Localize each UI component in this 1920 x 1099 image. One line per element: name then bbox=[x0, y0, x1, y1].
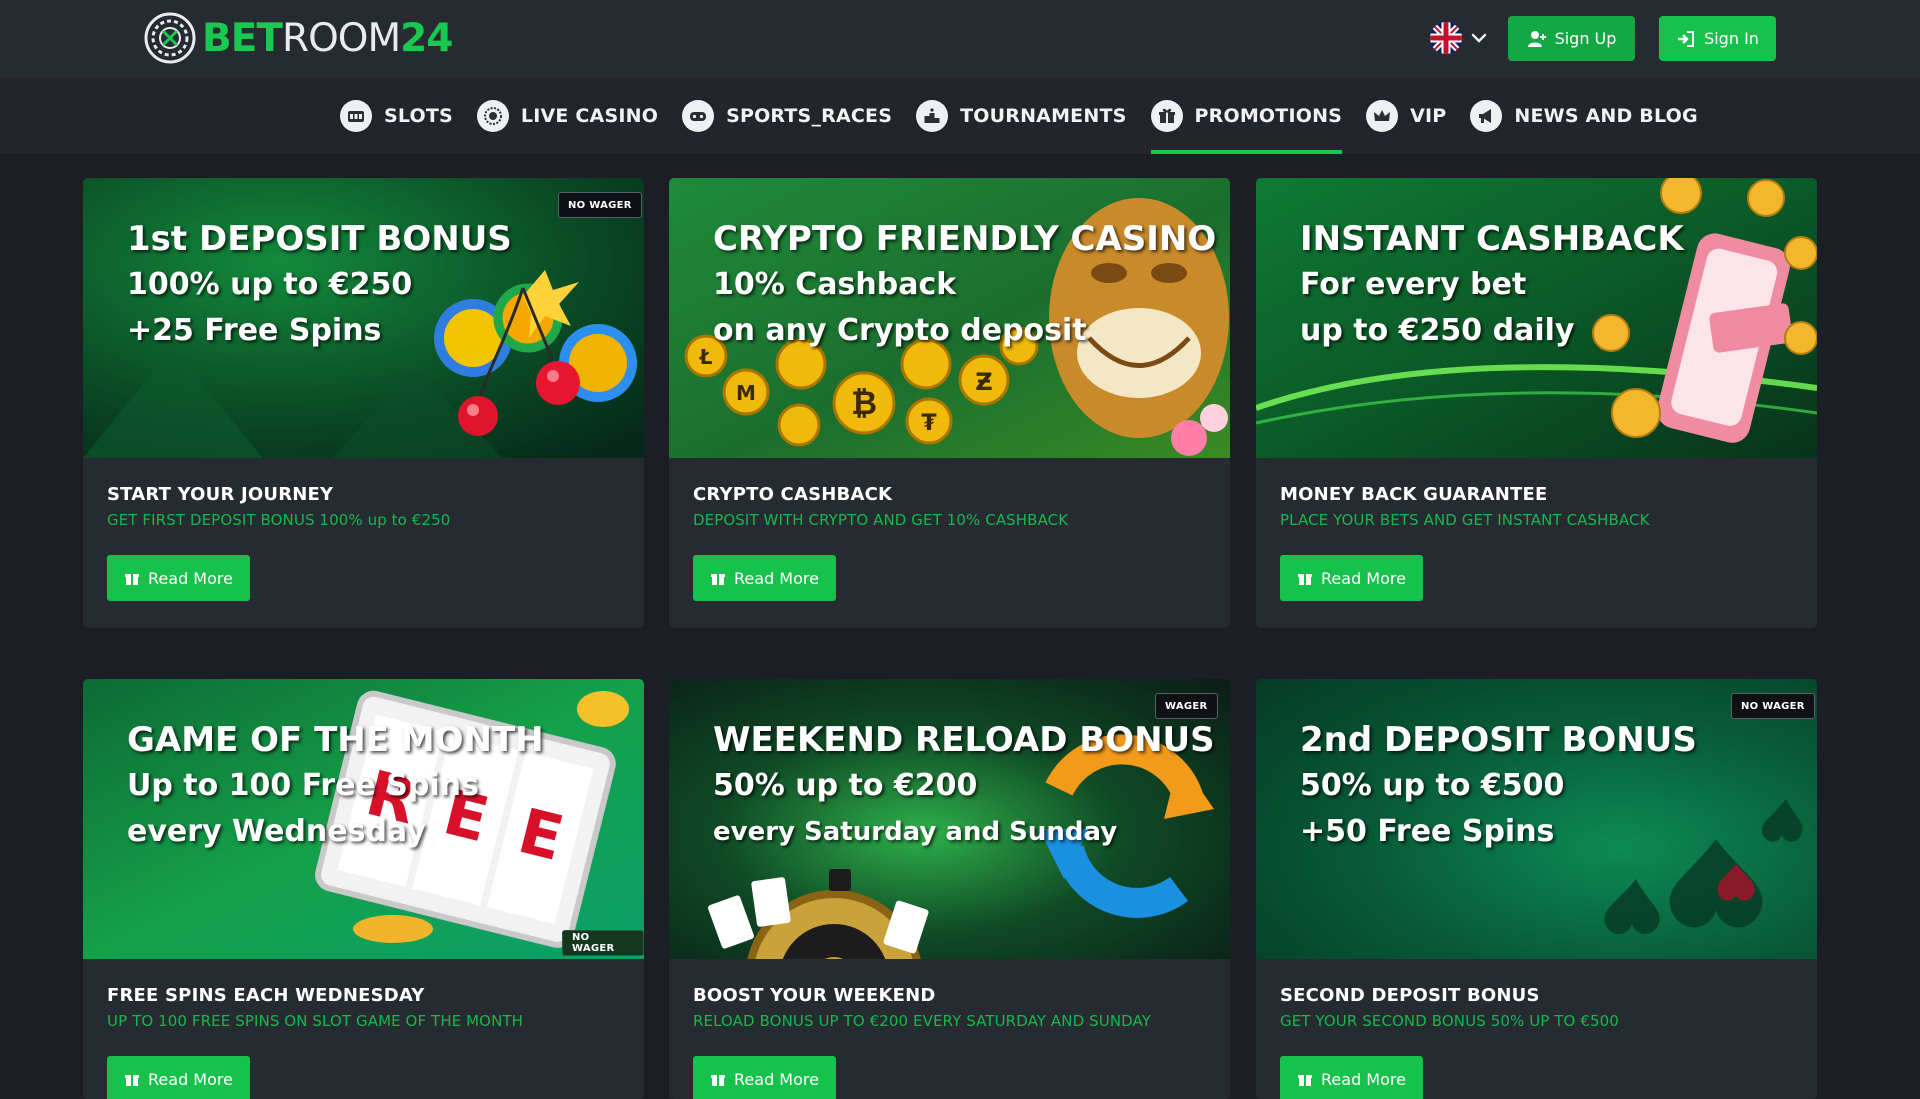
banner-headline: WEEKEND RELOAD BONUS 50% up to €200 ever… bbox=[713, 720, 1215, 847]
card-title: MONEY BACK GUARANTEE bbox=[1280, 484, 1548, 505]
card-subtitle: GET FIRST DEPOSIT BONUS 100% up to €250 bbox=[107, 511, 451, 529]
user-plus-icon bbox=[1527, 30, 1546, 47]
card-title: FREE SPINS EACH WEDNESDAY bbox=[107, 985, 425, 1006]
promo-banner[interactable]: NO WAGER 2nd DEPOSIT BONUS 50% up to €50… bbox=[1256, 679, 1817, 959]
banner-headline: GAME OF THE MONTH Up to 100 Free Spins e… bbox=[127, 720, 544, 849]
nav-label: PROMOTIONS bbox=[1194, 105, 1343, 127]
gift-icon bbox=[1298, 1075, 1313, 1086]
roulette-icon bbox=[476, 100, 509, 132]
svg-text:M: M bbox=[736, 381, 756, 405]
promo-card-first-deposit: NO WAGER 1st DEPOSIT BONUS 100% up to €2… bbox=[83, 178, 644, 628]
promo-banner[interactable]: NO WAGER 1st DEPOSIT BONUS 100% up to €2… bbox=[83, 178, 644, 458]
banner-headline: INSTANT CASHBACK For every bet up to €25… bbox=[1300, 219, 1684, 348]
promo-card-crypto-cashback: ₿ Ł Ƶ ₮ M CRYPTO FRIENDLY CASINO 10% Cas… bbox=[669, 178, 1230, 628]
read-more-button[interactable]: Read More bbox=[107, 555, 250, 601]
sign-up-button[interactable]: Sign Up bbox=[1508, 16, 1635, 61]
sign-in-label: Sign In bbox=[1704, 29, 1759, 48]
nav-label: VIP bbox=[1410, 105, 1447, 127]
promo-card-instant-cashback: INSTANT CASHBACK For every bet up to €25… bbox=[1256, 178, 1817, 628]
banner-headline: 2nd DEPOSIT BONUS 50% up to €500 +50 Fre… bbox=[1300, 720, 1697, 849]
promo-card-game-of-the-month: R E E NO WAGER GAME OF THE MONTH Up to 1… bbox=[83, 679, 644, 1099]
megaphone-icon bbox=[1470, 100, 1503, 132]
nav-label: TOURNAMENTS bbox=[960, 105, 1127, 127]
card-title: CRYPTO CASHBACK bbox=[693, 484, 893, 505]
svg-text:Ƶ: Ƶ bbox=[975, 368, 992, 396]
wager-badge: WAGER bbox=[1155, 693, 1218, 719]
nav-item-live-casino[interactable]: LIVE CASINO bbox=[476, 78, 659, 154]
card-subtitle: PLACE YOUR BETS AND GET INSTANT CASHBACK bbox=[1280, 511, 1650, 529]
sign-in-button[interactable]: Sign In bbox=[1659, 16, 1776, 61]
crown-icon bbox=[1366, 100, 1399, 132]
logo-wordmark: BETROOM24 bbox=[202, 15, 453, 61]
card-title: SECOND DEPOSIT BONUS bbox=[1280, 985, 1540, 1006]
nav-label: SLOTS bbox=[384, 105, 453, 127]
promo-banner[interactable]: R E E NO WAGER GAME OF THE MONTH Up to 1… bbox=[83, 679, 644, 959]
no-wager-badge: NO WAGER bbox=[558, 192, 642, 218]
card-title: BOOST YOUR WEEKEND bbox=[693, 985, 936, 1006]
read-more-button[interactable]: Read More bbox=[693, 1056, 836, 1099]
nav-item-slots[interactable]: SLOTS bbox=[340, 78, 453, 154]
promo-banner[interactable]: ₿ Ł Ƶ ₮ M CRYPTO FRIENDLY CASINO 10% Cas… bbox=[669, 178, 1230, 458]
promo-banner[interactable]: WAGER WEEKEND RELOAD BONUS 50% up to €20… bbox=[669, 679, 1230, 959]
nav-label: LIVE CASINO bbox=[520, 105, 659, 127]
main-navigation: SLOTS LIVE CASINO SPORTS_RACES TOURNAMEN… bbox=[0, 78, 1920, 154]
card-title: START YOUR JOURNEY bbox=[107, 484, 334, 505]
gift-icon bbox=[125, 574, 140, 585]
read-more-button[interactable]: Read More bbox=[1280, 555, 1423, 601]
nav-item-news-and-blog[interactable]: NEWS AND BLOG bbox=[1470, 78, 1698, 154]
svg-text:₮: ₮ bbox=[921, 411, 937, 436]
banner-headline: 1st DEPOSIT BONUS 100% up to €250 +25 Fr… bbox=[127, 219, 512, 348]
language-selector[interactable] bbox=[1430, 22, 1488, 54]
no-wager-badge: NO WAGER bbox=[1731, 693, 1815, 719]
site-logo[interactable]: BETROOM24 bbox=[144, 12, 453, 64]
sign-up-label: Sign Up bbox=[1554, 29, 1617, 48]
gift-icon bbox=[1298, 574, 1313, 585]
gift-icon bbox=[711, 574, 726, 585]
sign-in-icon bbox=[1678, 30, 1695, 47]
read-more-button[interactable]: Read More bbox=[107, 1056, 250, 1099]
promo-card-second-deposit: NO WAGER 2nd DEPOSIT BONUS 50% up to €50… bbox=[1256, 679, 1817, 1099]
podium-icon bbox=[916, 100, 949, 132]
gift-icon bbox=[1150, 100, 1183, 132]
nav-item-promotions[interactable]: PROMOTIONS bbox=[1150, 78, 1343, 154]
gift-icon bbox=[711, 1075, 726, 1086]
card-subtitle: DEPOSIT WITH CRYPTO AND GET 10% CASHBACK bbox=[693, 511, 1069, 529]
read-more-button[interactable]: Read More bbox=[1280, 1056, 1423, 1099]
nav-label: NEWS AND BLOG bbox=[1514, 105, 1698, 127]
banner-headline: CRYPTO FRIENDLY CASINO 10% Cashback on a… bbox=[713, 219, 1217, 348]
nav-item-sports-races[interactable]: SPORTS_RACES bbox=[682, 78, 892, 154]
uk-flag-icon bbox=[1430, 22, 1462, 54]
roulette-logo-icon bbox=[144, 12, 196, 64]
svg-text:₿: ₿ bbox=[851, 384, 877, 422]
card-subtitle: UP TO 100 FREE SPINS ON SLOT GAME OF THE… bbox=[107, 1012, 524, 1030]
read-more-button[interactable]: Read More bbox=[693, 555, 836, 601]
gift-icon bbox=[125, 1075, 140, 1086]
slot-machine-icon bbox=[340, 100, 372, 132]
no-wager-badge: NO WAGER bbox=[562, 930, 644, 956]
chevron-down-icon bbox=[1471, 33, 1487, 43]
top-bar: BETROOM24 Sign Up Sign In bbox=[0, 0, 1920, 78]
svg-text:Ł: Ł bbox=[699, 345, 713, 369]
gamepad-icon bbox=[682, 100, 715, 132]
card-subtitle: RELOAD BONUS UP TO €200 EVERY SATURDAY A… bbox=[693, 1012, 1151, 1030]
promo-banner[interactable]: INSTANT CASHBACK For every bet up to €25… bbox=[1256, 178, 1817, 458]
promo-card-weekend-reload: WAGER WEEKEND RELOAD BONUS 50% up to €20… bbox=[669, 679, 1230, 1099]
nav-item-vip[interactable]: VIP bbox=[1366, 78, 1446, 154]
nav-item-tournaments[interactable]: TOURNAMENTS bbox=[916, 78, 1126, 154]
nav-label: SPORTS_RACES bbox=[726, 105, 893, 127]
card-subtitle: GET YOUR SECOND BONUS 50% UP TO €500 bbox=[1280, 1012, 1619, 1030]
